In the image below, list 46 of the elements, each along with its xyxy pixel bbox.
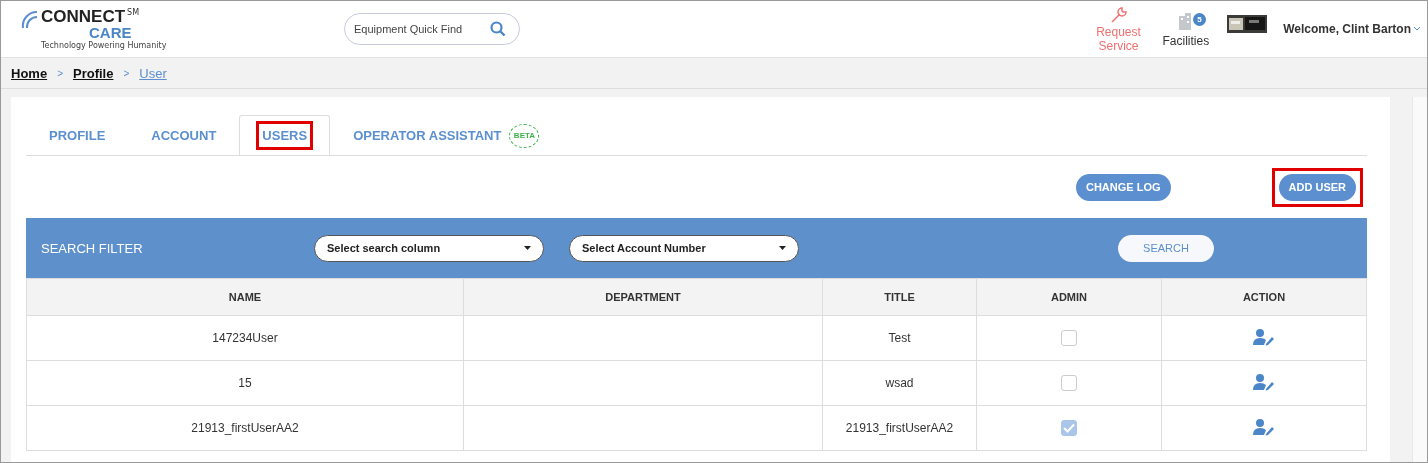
breadcrumb-separator: > [123,67,130,79]
user-menu[interactable]: Welcome, Clint Barton [1283,22,1421,36]
breadcrumb-link[interactable]: User [139,65,167,81]
caret-icon [779,246,786,250]
table-cell: Test [822,315,977,361]
edit-user-icon[interactable] [1253,372,1275,391]
action-button[interactable]: ADD USER [1278,173,1356,201]
filter-title: SEARCH FILTER [41,240,144,256]
column-header: TITLE [822,278,977,316]
admin-checkbox[interactable] [1061,420,1077,436]
breadcrumb-link[interactable]: Profile [72,65,114,81]
action-button[interactable]: CHANGE LOG [1076,173,1171,201]
table-cell: 21913_firstUserAA2 [822,405,977,451]
search-field[interactable]: Equipment Quick Find [344,13,520,45]
facilities-link[interactable]: 5 Facilities [1162,10,1210,48]
column-header: ACTION [1161,278,1367,316]
admin-checkbox[interactable] [1061,330,1077,346]
scrollbar[interactable] [1412,97,1427,462]
service-mark: SM [127,8,140,17]
dropdown[interactable]: Select search column [314,234,544,262]
search-button[interactable]: SEARCH [1118,234,1214,262]
tab[interactable]: OPERATOR ASSISTANT BETA [330,115,557,155]
tab[interactable]: PROFILE [26,115,129,155]
tab[interactable]: USERS [239,115,331,155]
request-service-link[interactable]: Request Service [1088,5,1149,53]
column-header: DEPARTMENT [463,278,823,316]
table-cell: 147234User [26,315,464,361]
column-header: NAME [26,278,464,316]
breadcrumb-separator: > [57,67,63,79]
search-icon[interactable] [490,21,506,37]
breadcrumb-link[interactable]: Home [11,65,48,81]
table-cell: 21913_firstUserAA2 [26,405,464,451]
logo-name: CARE [89,25,132,40]
chevron-down-icon [1413,26,1421,32]
edit-user-icon[interactable] [1253,327,1275,346]
logo-name: CONNECT [41,8,126,25]
caret-icon [524,246,531,250]
tab[interactable]: ACCOUNT [128,115,240,155]
table-cell: 15 [26,360,464,406]
count-badge: 5 [1192,12,1206,26]
column-header: ADMIN [976,278,1162,316]
logo-tagline: Technology Powering Humanity [41,41,167,50]
admin-checkbox[interactable] [1061,375,1077,391]
table-cell: wsad [822,360,977,406]
edit-user-icon[interactable] [1253,417,1275,436]
dropdown[interactable]: Select Account Number [569,234,799,262]
